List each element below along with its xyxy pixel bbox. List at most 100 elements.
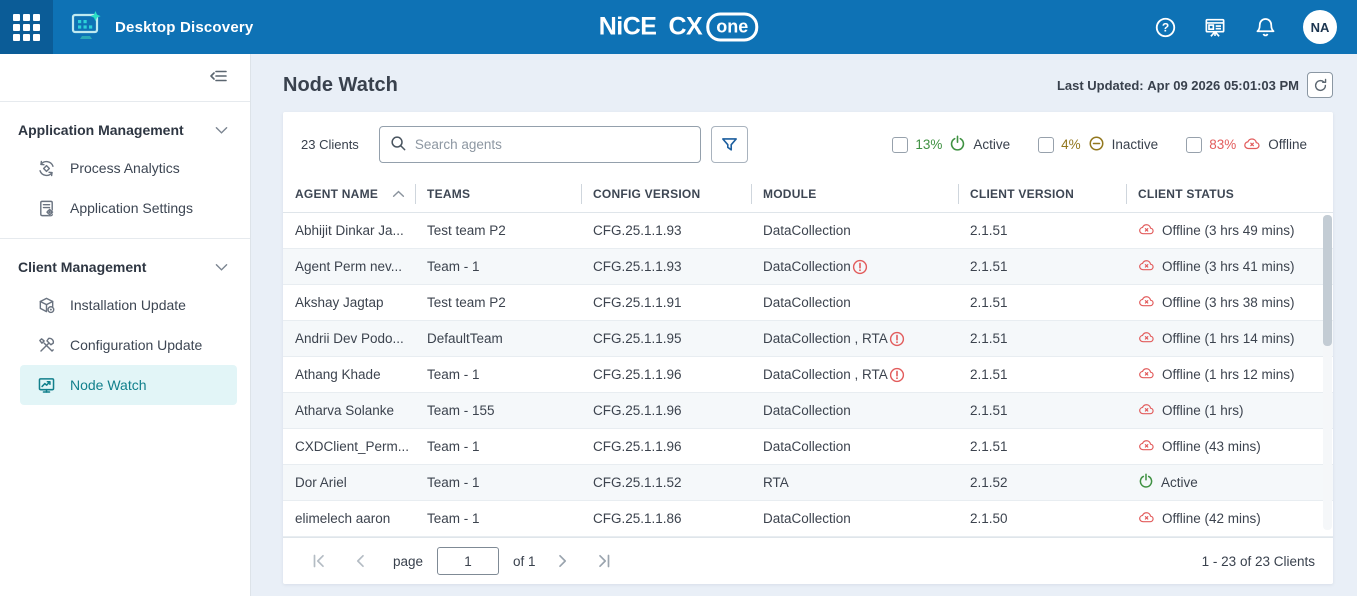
filter-offline[interactable]: 83% Offline	[1186, 136, 1307, 154]
client-status-cell: Active	[1126, 465, 1333, 501]
training-board-icon[interactable]	[1203, 15, 1227, 39]
inactive-checkbox[interactable]	[1038, 137, 1054, 153]
cloud-offline-icon	[1243, 136, 1261, 154]
sidebar-section-application-management: Application Management Process Analytics	[0, 102, 250, 228]
team-cell: DefaultTeam	[415, 321, 581, 357]
client-version-cell: 2.1.51	[958, 213, 1126, 249]
sidebar-item-label: Installation Update	[70, 297, 186, 313]
client-status-cell: Offline (3 hrs 49 mins)	[1126, 213, 1333, 249]
first-page-icon[interactable]	[309, 550, 331, 572]
team-cell: Team - 1	[415, 501, 581, 537]
sidebar-item-application-settings[interactable]: Application Settings	[20, 188, 237, 228]
sidebar-item-process-analytics[interactable]: Process Analytics	[20, 148, 237, 188]
table-row[interactable]: Abhijit Dinkar Ja... Test team P2 CFG.25…	[283, 213, 1333, 249]
page-number-input[interactable]	[437, 547, 499, 575]
sidebar-collapse-icon[interactable]	[209, 67, 228, 88]
next-page-icon[interactable]	[552, 550, 574, 572]
warning-icon	[889, 367, 905, 383]
column-header-module[interactable]: MODULE	[751, 176, 958, 213]
agent-name-cell: Atharva Solanke	[283, 393, 415, 429]
table-row[interactable]: CXDClient_Perm... Team - 1 CFG.25.1.1.96…	[283, 429, 1333, 465]
client-version-cell: 2.1.51	[958, 357, 1126, 393]
table-row[interactable]: Agent Perm nev... Team - 1 CFG.25.1.1.93…	[283, 249, 1333, 285]
column-header-client-version[interactable]: CLIENT VERSION	[958, 176, 1126, 213]
module-cell: DataCollection	[751, 429, 958, 465]
section-header-application-management[interactable]: Application Management	[0, 112, 250, 148]
refresh-button[interactable]	[1307, 72, 1333, 98]
client-version-cell: 2.1.50	[958, 501, 1126, 537]
sidebar-item-node-watch[interactable]: Node Watch	[20, 365, 237, 405]
table-row[interactable]: Atharva Solanke Team - 155 CFG.25.1.1.96…	[283, 393, 1333, 429]
sidebar-item-label: Configuration Update	[70, 337, 202, 353]
module-cell: DataCollection	[751, 501, 958, 537]
column-header-agent-name[interactable]: AGENT NAME	[283, 176, 415, 213]
power-icon	[1138, 473, 1154, 492]
cloud-offline-icon	[1138, 402, 1155, 419]
filter-active[interactable]: 13% Active	[892, 135, 1010, 155]
table-row[interactable]: Andrii Dev Podo... DefaultTeam CFG.25.1.…	[283, 321, 1333, 357]
filter-button[interactable]	[711, 126, 748, 163]
agent-name-cell: Agent Perm nev...	[283, 249, 415, 285]
module-cell: DataCollection	[751, 249, 958, 285]
config-version-cell: CFG.25.1.1.93	[581, 249, 751, 285]
table-row[interactable]: Athang Khade Team - 1 CFG.25.1.1.96 Data…	[283, 357, 1333, 393]
table-header-row: AGENT NAME TEAMS CONFIG VERSION MODULE C…	[283, 176, 1333, 213]
vertical-scrollbar[interactable]	[1323, 215, 1332, 530]
table-toolbar: 23 Clients	[283, 112, 1333, 176]
chevron-down-icon	[215, 123, 228, 138]
sidebar-item-label: Node Watch	[70, 377, 147, 393]
sidebar-item-configuration-update[interactable]: Configuration Update	[20, 325, 237, 365]
client-status-cell: Offline (1 hrs)	[1126, 393, 1333, 429]
client-status-cell: Offline (1 hrs 14 mins)	[1126, 321, 1333, 357]
agent-name-cell: CXDClient_Perm...	[283, 429, 415, 465]
sort-ascending-icon[interactable]	[392, 187, 405, 201]
team-cell: Team - 1	[415, 429, 581, 465]
client-status-cell: Offline (43 mins)	[1126, 429, 1333, 465]
previous-page-icon[interactable]	[349, 550, 371, 572]
help-icon[interactable]: ?	[1153, 15, 1177, 39]
app-launcher-button[interactable]	[0, 0, 53, 54]
table-row[interactable]: Dor Ariel Team - 1 CFG.25.1.1.52 RTA	[283, 465, 1333, 501]
search-box	[379, 126, 701, 163]
clients-table: AGENT NAME TEAMS CONFIG VERSION MODULE C…	[283, 176, 1333, 537]
application-settings-icon	[36, 198, 56, 218]
sidebar-item-installation-update[interactable]: Installation Update	[20, 285, 237, 325]
agent-name-cell: Abhijit Dinkar Ja...	[283, 213, 415, 249]
cloud-offline-icon	[1138, 366, 1155, 383]
column-header-config-version[interactable]: CONFIG VERSION	[581, 176, 751, 213]
filter-inactive[interactable]: 4% Inactive	[1038, 135, 1158, 155]
active-checkbox[interactable]	[892, 137, 908, 153]
page-of-label: of 1	[513, 554, 536, 569]
desktop-discovery-logo-icon	[69, 10, 103, 45]
client-status-cell: Offline (3 hrs 38 mins)	[1126, 285, 1333, 321]
module-cell: DataCollection	[751, 285, 958, 321]
table-row[interactable]: elimelech aaron Team - 1 CFG.25.1.1.86 D…	[283, 501, 1333, 537]
pagination-bar: page of 1 1 - 23 of 23 Clients	[283, 537, 1333, 584]
team-cell: Team - 1	[415, 249, 581, 285]
user-avatar[interactable]: NA	[1303, 10, 1337, 44]
client-status-cell: Offline (3 hrs 41 mins)	[1126, 249, 1333, 285]
column-header-teams[interactable]: TEAMS	[415, 176, 581, 213]
section-header-client-management[interactable]: Client Management	[0, 249, 250, 285]
agent-name-cell: Andrii Dev Podo...	[283, 321, 415, 357]
table-body: Abhijit Dinkar Ja... Test team P2 CFG.25…	[283, 213, 1333, 537]
client-status-cell: Offline (1 hrs 12 mins)	[1126, 357, 1333, 393]
last-page-icon[interactable]	[592, 550, 614, 572]
search-icon	[390, 135, 407, 155]
search-input[interactable]	[415, 137, 690, 152]
topbar-actions: ? NA	[1153, 10, 1357, 44]
configuration-update-icon	[36, 335, 56, 355]
table-row[interactable]: Akshay Jagtap Test team P2 CFG.25.1.1.91…	[283, 285, 1333, 321]
agent-name-cell: Dor Ariel	[283, 465, 415, 501]
sidebar: Application Management Process Analytics	[0, 54, 251, 596]
notifications-bell-icon[interactable]	[1253, 15, 1277, 39]
config-version-cell: CFG.25.1.1.52	[581, 465, 751, 501]
sidebar-section-client-management: Client Management Installation Update	[0, 238, 250, 405]
cloud-offline-icon	[1138, 222, 1155, 239]
client-version-cell: 2.1.51	[958, 285, 1126, 321]
column-header-client-status[interactable]: CLIENT STATUS	[1126, 176, 1333, 213]
config-version-cell: CFG.25.1.1.93	[581, 213, 751, 249]
config-version-cell: CFG.25.1.1.96	[581, 429, 751, 465]
scrollbar-thumb[interactable]	[1323, 215, 1332, 346]
offline-checkbox[interactable]	[1186, 137, 1202, 153]
